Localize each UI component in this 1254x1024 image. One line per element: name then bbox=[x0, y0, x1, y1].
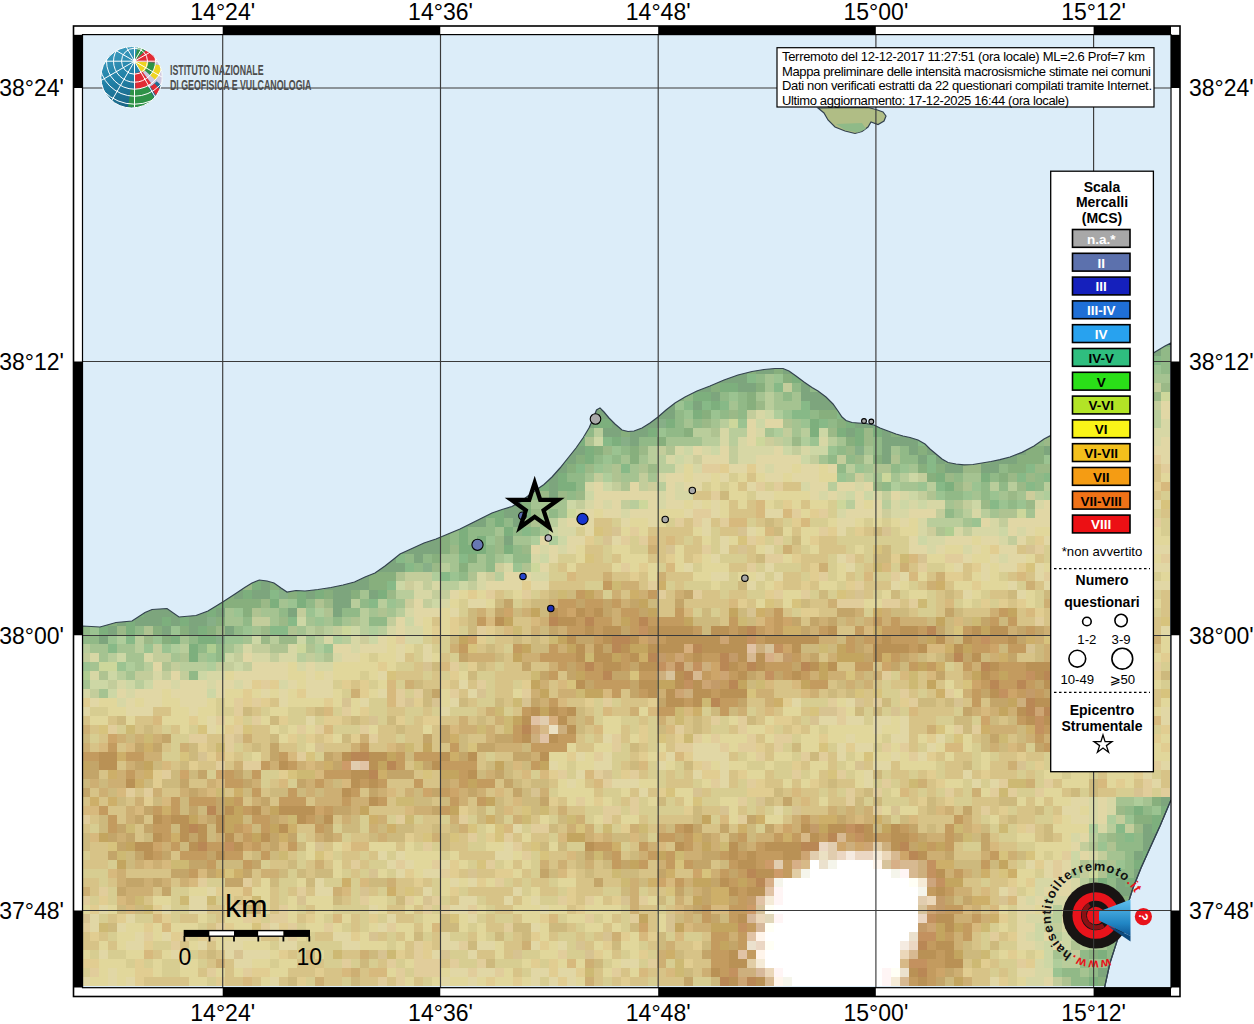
svg-text:14°24': 14°24' bbox=[190, 0, 255, 25]
svg-text:10: 10 bbox=[297, 944, 323, 970]
svg-text:15°00': 15°00' bbox=[844, 0, 909, 25]
svg-text:III-IV: III-IV bbox=[1087, 303, 1116, 318]
svg-text:15°00': 15°00' bbox=[844, 1000, 909, 1024]
svg-text:14°48': 14°48' bbox=[626, 0, 691, 25]
svg-text:14°36': 14°36' bbox=[408, 0, 473, 25]
svg-text:15°12': 15°12' bbox=[1061, 1000, 1126, 1024]
svg-text:Numero: Numero bbox=[1076, 572, 1129, 588]
svg-text:Mercalli: Mercalli bbox=[1076, 194, 1128, 210]
svg-text:V-VI: V-VI bbox=[1088, 398, 1114, 413]
svg-text:VI-VII: VI-VII bbox=[1084, 446, 1118, 461]
svg-text:10-49: 10-49 bbox=[1060, 672, 1094, 687]
svg-text:DI GEOFISICA E VULCANOLOGIA: DI GEOFISICA E VULCANOLOGIA bbox=[170, 77, 312, 94]
svg-text:38°12': 38°12' bbox=[1189, 349, 1254, 375]
svg-text:Mappa preliminare delle intens: Mappa preliminare delle intensità macros… bbox=[782, 64, 1151, 79]
svg-text:38°24': 38°24' bbox=[0, 75, 64, 101]
svg-text:?: ? bbox=[1136, 912, 1151, 921]
svg-text:38°12': 38°12' bbox=[0, 349, 64, 375]
svg-text:1-2: 1-2 bbox=[1077, 632, 1096, 647]
svg-text:questionari: questionari bbox=[1064, 594, 1139, 610]
svg-text:37°48': 37°48' bbox=[1189, 898, 1254, 924]
svg-text:V: V bbox=[1097, 375, 1106, 390]
svg-text:m: m bbox=[1093, 858, 1106, 874]
svg-text:15°12': 15°12' bbox=[1061, 0, 1126, 25]
svg-text:VIII: VIII bbox=[1091, 517, 1111, 532]
svg-text:(MCS): (MCS) bbox=[1082, 210, 1122, 226]
svg-text:Epicentro: Epicentro bbox=[1070, 702, 1135, 718]
svg-text:14°24': 14°24' bbox=[190, 1000, 255, 1024]
svg-text:IV: IV bbox=[1095, 327, 1108, 342]
svg-text:km: km bbox=[225, 888, 268, 924]
svg-text:3-9: 3-9 bbox=[1112, 632, 1131, 647]
svg-text:VII: VII bbox=[1093, 470, 1110, 485]
svg-text:38°24': 38°24' bbox=[1189, 75, 1254, 101]
svg-text:Dati non verificati estratti d: Dati non verificati estratti da 22 quest… bbox=[782, 78, 1152, 93]
svg-text:VI: VI bbox=[1095, 422, 1108, 437]
svg-text:14°48': 14°48' bbox=[626, 1000, 691, 1024]
svg-text:n.a.*: n.a.* bbox=[1087, 232, 1116, 247]
svg-text:0: 0 bbox=[178, 944, 191, 970]
svg-text:14°36': 14°36' bbox=[408, 1000, 473, 1024]
svg-text:VII-VIII: VII-VIII bbox=[1081, 494, 1122, 509]
svg-text:⩾50: ⩾50 bbox=[1109, 672, 1135, 687]
svg-text:Strumentale: Strumentale bbox=[1062, 718, 1143, 734]
svg-text:III: III bbox=[1096, 279, 1107, 294]
svg-text:Scala: Scala bbox=[1084, 179, 1121, 195]
svg-text:II: II bbox=[1097, 256, 1105, 271]
svg-text:IV-V: IV-V bbox=[1088, 351, 1114, 366]
svg-text:38°00': 38°00' bbox=[1189, 623, 1254, 649]
svg-text:37°48': 37°48' bbox=[0, 898, 64, 924]
svg-text:*non avvertito: *non avvertito bbox=[1062, 544, 1143, 559]
svg-text:n: n bbox=[1039, 916, 1055, 925]
svg-text:Terremoto del 12-12-2017 11:27: Terremoto del 12-12-2017 11:27:51 (ora l… bbox=[782, 49, 1145, 64]
svg-text:Ultimo aggiornamento: 17-12-20: Ultimo aggiornamento: 17-12-2025 16:44 (… bbox=[782, 93, 1069, 108]
svg-text:38°00': 38°00' bbox=[0, 623, 64, 649]
